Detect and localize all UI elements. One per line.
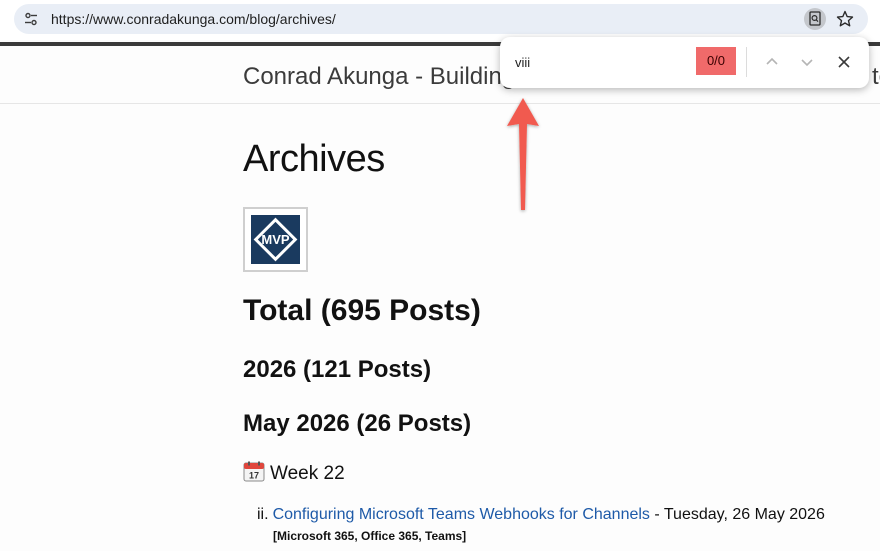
browser-toolbar: https://www.conradakunga.com/blog/archiv… [0,0,880,40]
page-title: Archives [243,138,385,180]
find-bar: 0/0 [500,37,869,88]
post-link[interactable]: Configuring Microsoft Teams Webhooks for… [273,506,650,523]
post-date: - Tuesday, 26 May 2026 [649,506,825,523]
find-divider [746,47,747,77]
month-heading: May 2026 (26 Posts) [243,410,472,437]
archives-content: Archives MVP Total (695 Posts) 2026 (121… [243,104,880,551]
address-bar[interactable]: https://www.conradakunga.com/blog/archiv… [14,4,868,34]
mvp-badge-text: MVP [261,232,290,247]
find-in-page-icon[interactable] [804,8,826,30]
list-item-numeral: ii. [257,506,269,523]
close-icon[interactable] [832,50,856,74]
site-title[interactable]: Conrad Akunga - Building [243,63,515,91]
year-heading: 2026 (121 Posts) [243,356,432,383]
find-match-count: 0/0 [696,47,736,75]
svg-text:17: 17 [249,471,259,481]
week-heading: 17 Week 22 [243,461,345,485]
tune-icon[interactable] [24,12,38,26]
chevron-down-icon[interactable] [795,50,819,74]
post-tags: [Microsoft 365, Office 365, Teams] [273,529,467,543]
star-icon[interactable] [834,8,856,30]
week-heading-label: Week 22 [270,463,345,484]
mvp-badge: MVP [243,207,308,272]
find-input[interactable] [515,51,685,73]
chevron-up-icon[interactable] [760,50,784,74]
mvp-logo: MVP [251,215,300,264]
annotation-arrow [507,98,539,210]
list-item: ii. Configuring Microsoft Teams Webhooks … [257,506,825,524]
url-text[interactable]: https://www.conradakunga.com/blog/archiv… [51,11,336,27]
site-nav-partial[interactable]: te [872,63,880,91]
total-posts-heading: Total (695 Posts) [243,294,481,327]
calendar-icon: 17 [243,461,265,482]
